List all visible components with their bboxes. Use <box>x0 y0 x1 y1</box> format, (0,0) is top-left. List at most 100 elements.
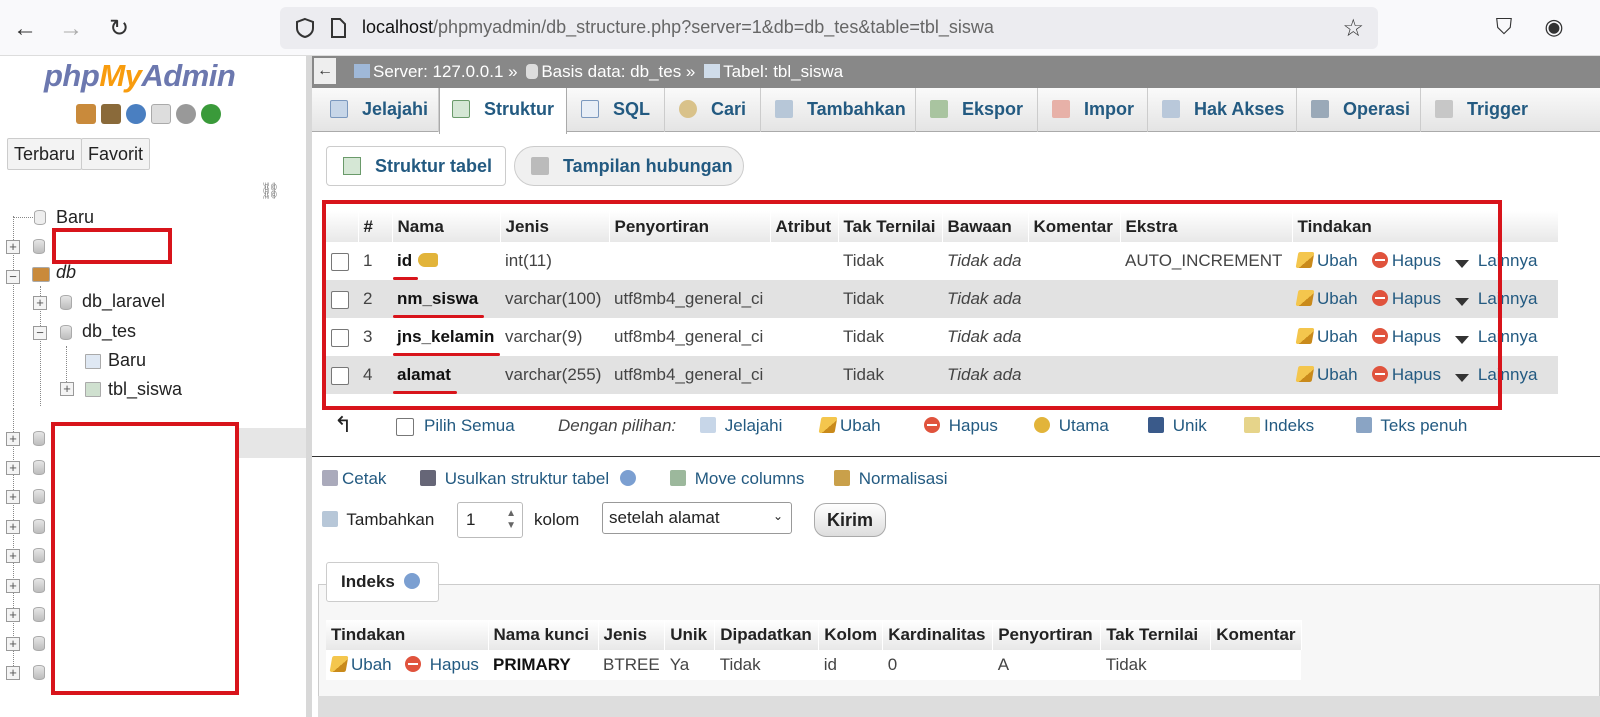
expand-icon[interactable]: + <box>6 666 20 680</box>
columns-unit-label: kolom <box>534 510 580 529</box>
expand-icon[interactable]: + <box>6 608 20 622</box>
collapse-nav-arrow-icon[interactable]: ← <box>314 58 336 84</box>
help-icon[interactable] <box>619 470 636 486</box>
bulk-fulltext-button[interactable]: Teks penuh <box>1356 416 1467 436</box>
docs-icon[interactable] <box>151 104 171 124</box>
account-icon[interactable]: ◉ <box>1540 14 1568 42</box>
structure-icon <box>343 157 361 175</box>
subtab-table-structure[interactable]: Struktur tabel <box>326 146 506 186</box>
insert-column-icon <box>322 511 338 527</box>
table-icon <box>85 382 101 397</box>
print-link[interactable]: Cetak <box>322 469 386 489</box>
tree-item-new[interactable]: Baru <box>56 207 94 228</box>
fulltext-icon <box>1356 417 1372 433</box>
expand-icon[interactable]: + <box>6 520 20 534</box>
check-all-toggle[interactable]: Pilih Semua <box>396 416 515 436</box>
drop-index-button[interactable]: Hapus <box>405 655 479 674</box>
expand-icon[interactable]: + <box>6 490 20 504</box>
tree-item-db-laravel[interactable]: db_laravel <box>82 291 165 312</box>
database-icon <box>33 431 45 446</box>
bottom-scroll-area <box>318 696 1600 717</box>
highlight-annotation-box <box>322 200 1502 410</box>
bulk-change-button[interactable]: Ubah <box>818 416 881 436</box>
expand-icon[interactable]: + <box>6 637 20 651</box>
database-icon <box>33 607 45 622</box>
tab-operations[interactable]: Operasi <box>1297 88 1421 132</box>
phpmyadmin-logo[interactable]: phpMyAdmin <box>44 58 236 94</box>
breadcrumb-database[interactable]: Basis data: db_tes » <box>541 62 695 81</box>
new-table-icon <box>85 354 101 369</box>
column-position-select[interactable]: setelah alamat ⌄ <box>602 502 792 534</box>
bulk-primary-button[interactable]: Utama <box>1034 416 1109 436</box>
expand-icon[interactable]: + <box>60 382 74 396</box>
propose-structure-link[interactable]: Usulkan struktur tabel <box>420 469 640 489</box>
edit-index-button[interactable]: Ubah <box>329 655 392 674</box>
tab-privileges[interactable]: Hak Akses <box>1148 88 1297 132</box>
logout-icon[interactable] <box>101 104 121 124</box>
column-header: Penyortiran <box>992 620 1102 650</box>
tree-group-db[interactable]: db <box>56 262 76 283</box>
back-arrow-icon[interactable]: ← <box>10 14 40 44</box>
tab-triggers[interactable]: Trigger <box>1421 88 1547 132</box>
expand-icon[interactable]: + <box>6 579 20 593</box>
expand-icon[interactable]: + <box>6 549 20 563</box>
collapse-icon[interactable]: − <box>33 326 47 340</box>
expand-icon[interactable]: + <box>33 296 47 310</box>
recent-button[interactable]: Terbaru <box>7 138 83 170</box>
move-columns-icon <box>670 470 686 486</box>
index-type: BTREE <box>598 650 665 680</box>
column-count-stepper[interactable]: 1 ▲ ▼ <box>457 502 523 538</box>
indexes-legend: Indeks <box>326 562 439 602</box>
bookmark-star-icon[interactable]: ☆ <box>1342 14 1364 43</box>
tree-item-new-table[interactable]: Baru <box>108 350 146 371</box>
index-cardinality: 0 <box>882 650 993 680</box>
index-icon <box>1244 417 1260 433</box>
help-icon[interactable] <box>126 104 146 124</box>
home-icon[interactable] <box>76 104 96 124</box>
check-all-checkbox[interactable] <box>396 417 414 436</box>
reload-nav-icon[interactable] <box>201 104 221 124</box>
bulk-index-button[interactable]: Indeks <box>1244 416 1314 436</box>
tab-browse[interactable]: Jelajahi <box>312 88 439 132</box>
breadcrumb-table[interactable]: Tabel: tbl_siswa <box>723 62 843 81</box>
subtab-relation-view[interactable]: Tampilan hubungan <box>514 146 744 186</box>
address-bar[interactable]: localhost/phpmyadmin/db_structure.php?se… <box>280 7 1378 49</box>
pocket-icon[interactable]: ⛉ <box>1490 14 1518 42</box>
main-content: ← Server: 127.0.0.1 » Basis data: db_tes… <box>312 56 1600 717</box>
tab-structure[interactable]: Struktur <box>439 88 567 134</box>
bulk-browse-button[interactable]: Jelajahi <box>700 416 782 436</box>
tab-insert[interactable]: Tambahkan <box>761 88 916 132</box>
tab-export[interactable]: Ekspor <box>916 88 1038 132</box>
help-icon[interactable] <box>403 573 420 589</box>
favorites-button[interactable]: Favorit <box>81 138 151 170</box>
database-icon <box>33 636 45 651</box>
page-icon <box>331 18 346 38</box>
expand-icon[interactable]: + <box>6 432 20 446</box>
tab-import[interactable]: Impor <box>1038 88 1148 132</box>
browse-icon <box>700 417 716 433</box>
expand-icon[interactable]: + <box>6 461 20 475</box>
relation-icon <box>531 157 549 175</box>
key-icon <box>1034 417 1050 433</box>
tab-sql[interactable]: SQL <box>567 88 665 132</box>
tree-item-db-tes[interactable]: db_tes <box>82 321 136 342</box>
unique-icon <box>1148 417 1164 433</box>
submit-button[interactable]: Kirim <box>814 503 886 537</box>
link-chain-icon[interactable]: ⛓ <box>260 181 280 201</box>
move-columns-link[interactable]: Move columns <box>670 469 804 489</box>
collapse-icon[interactable]: − <box>6 270 20 284</box>
index-key-name: PRIMARY <box>488 650 598 680</box>
bulk-drop-button[interactable]: Hapus <box>924 416 998 436</box>
index-comment <box>1210 650 1302 680</box>
tab-search[interactable]: Cari <box>665 88 761 132</box>
tree-item-tbl-siswa[interactable]: tbl_siswa <box>108 379 182 400</box>
pencil-icon <box>329 656 349 672</box>
bulk-unique-button[interactable]: Unik <box>1148 416 1207 436</box>
forward-arrow-icon[interactable]: → <box>56 14 86 44</box>
browse-icon <box>330 100 348 118</box>
reload-icon[interactable]: ↻ <box>104 14 134 44</box>
breadcrumb-server[interactable]: Server: 127.0.0.1 » <box>373 62 518 81</box>
settings-gear-icon[interactable] <box>176 104 196 124</box>
normalize-link[interactable]: Normalisasi <box>834 469 948 489</box>
expand-icon[interactable]: + <box>6 240 20 254</box>
